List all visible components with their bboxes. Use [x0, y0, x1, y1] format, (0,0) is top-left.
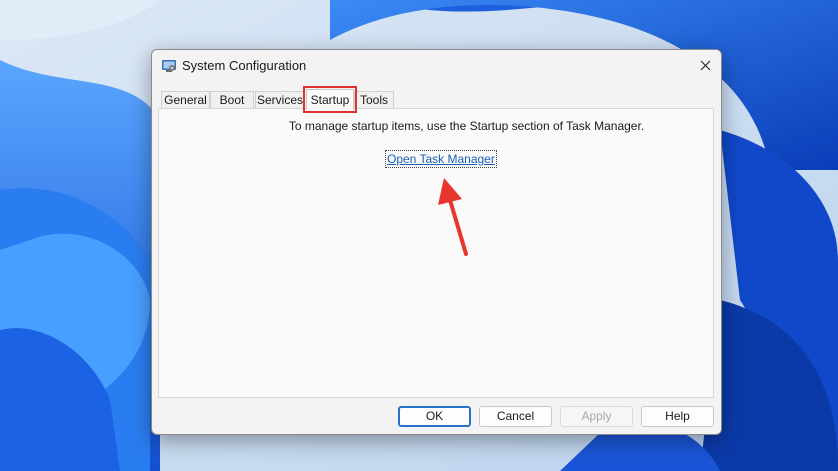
help-button[interactable]: Help	[641, 406, 714, 427]
cancel-button[interactable]: Cancel	[479, 406, 552, 427]
tab-tools[interactable]: Tools	[354, 91, 394, 109]
close-button[interactable]	[689, 50, 721, 80]
startup-tab-panel: To manage startup items, use the Startup…	[158, 108, 714, 398]
startup-message: To manage startup items, use the Startup…	[288, 119, 645, 133]
system-configuration-window: System Configuration General Boot Servic…	[151, 49, 722, 435]
window-title: System Configuration	[182, 58, 307, 73]
apply-button[interactable]: Apply	[560, 406, 633, 427]
ok-button[interactable]: OK	[398, 406, 471, 427]
tab-boot[interactable]: Boot	[210, 91, 254, 109]
close-icon	[700, 60, 710, 70]
title-bar[interactable]: System Configuration	[152, 50, 721, 82]
system-configuration-icon	[162, 60, 176, 72]
tab-services[interactable]: Services	[255, 91, 305, 109]
tab-general[interactable]: General	[161, 91, 210, 109]
tab-strip: General Boot Services Startup Tools	[158, 86, 718, 113]
open-task-manager-link[interactable]: Open Task Manager	[385, 150, 497, 168]
tab-startup[interactable]: Startup	[303, 86, 357, 113]
